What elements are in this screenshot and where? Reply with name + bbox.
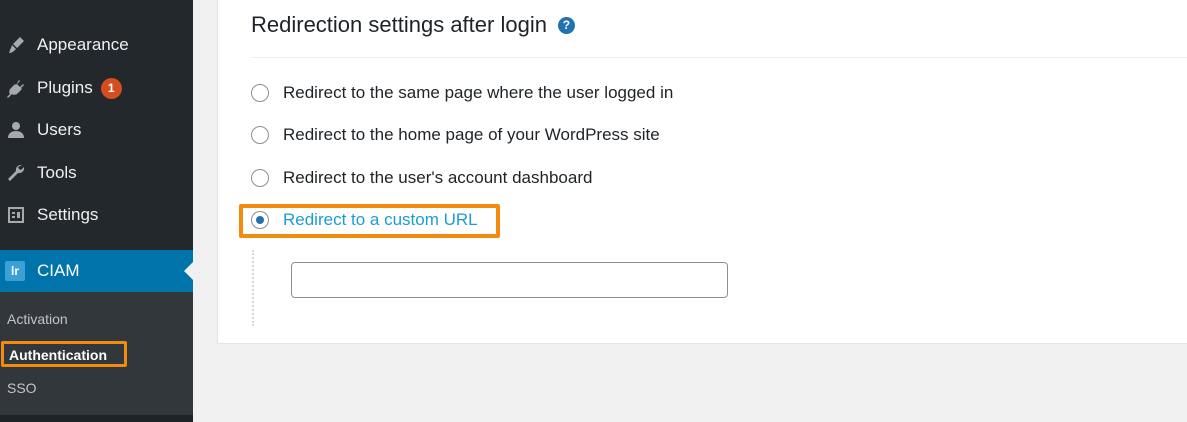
highlight-box <box>239 204 500 238</box>
submenu-item-activation[interactable]: Activation <box>7 311 68 327</box>
option-label: Redirect to the same page where the user… <box>283 83 674 102</box>
section-title-text: Redirection settings after login <box>251 12 547 37</box>
help-icon[interactable]: ? <box>557 16 575 34</box>
user-icon <box>5 119 27 141</box>
custom-url-input[interactable] <box>291 262 728 298</box>
sidebar-item-tools[interactable]: Tools <box>0 153 193 193</box>
sidebar-item-appearance[interactable]: Appearance <box>0 25 193 65</box>
sidebar-item-settings[interactable]: Settings <box>0 195 193 235</box>
option-label: Redirect to the user's account dashboard <box>283 168 593 187</box>
redirection-settings-card: Redirection settings after login ? Redir… <box>217 0 1187 344</box>
plugin-icon <box>5 77 27 99</box>
paintbrush-icon <box>5 34 27 56</box>
update-count-badge: 1 <box>100 77 122 99</box>
radio-same-page[interactable] <box>251 84 269 102</box>
option-home-page[interactable]: Redirect to the home page of your WordPr… <box>251 123 660 147</box>
settings-icon <box>5 204 27 226</box>
option-account-dashboard[interactable]: Redirect to the user's account dashboard <box>251 166 592 190</box>
sidebar-item-ciam[interactable]: lr CIAM <box>0 250 193 292</box>
sidebar-item-label: Plugins <box>37 78 93 97</box>
submenu-item-label: Authentication <box>9 347 107 363</box>
option-same-page[interactable]: Redirect to the same page where the user… <box>251 81 673 105</box>
sidebar-item-plugins[interactable]: Plugins 1 <box>0 68 193 108</box>
ciam-submenu: Activation Authentication SSO <box>0 292 193 415</box>
sidebar-item-label: Appearance <box>37 35 129 54</box>
radio-home-page[interactable] <box>251 126 269 144</box>
sidebar-item-label: Users <box>37 120 82 139</box>
title-divider <box>251 57 1187 58</box>
indent-guide <box>252 250 254 326</box>
option-label: Redirect to the home page of your WordPr… <box>283 125 660 144</box>
wrench-icon <box>5 162 27 184</box>
active-indicator-caret <box>184 262 193 280</box>
submenu-item-authentication[interactable]: Authentication <box>1 341 127 367</box>
section-title: Redirection settings after login ? <box>251 12 575 38</box>
sidebar-item-label: CIAM <box>37 261 80 280</box>
sidebar-item-label: Tools <box>37 163 77 182</box>
sidebar-item-users[interactable]: Users <box>0 110 193 150</box>
loginradius-logo-icon: lr <box>5 261 25 281</box>
radio-account-dashboard[interactable] <box>251 169 269 187</box>
admin-sidebar: Appearance Plugins 1 Users Tools Setting… <box>0 0 193 422</box>
submenu-item-sso[interactable]: SSO <box>7 380 37 396</box>
sidebar-item-label: Settings <box>37 205 99 224</box>
sidebar-footer <box>0 415 193 422</box>
